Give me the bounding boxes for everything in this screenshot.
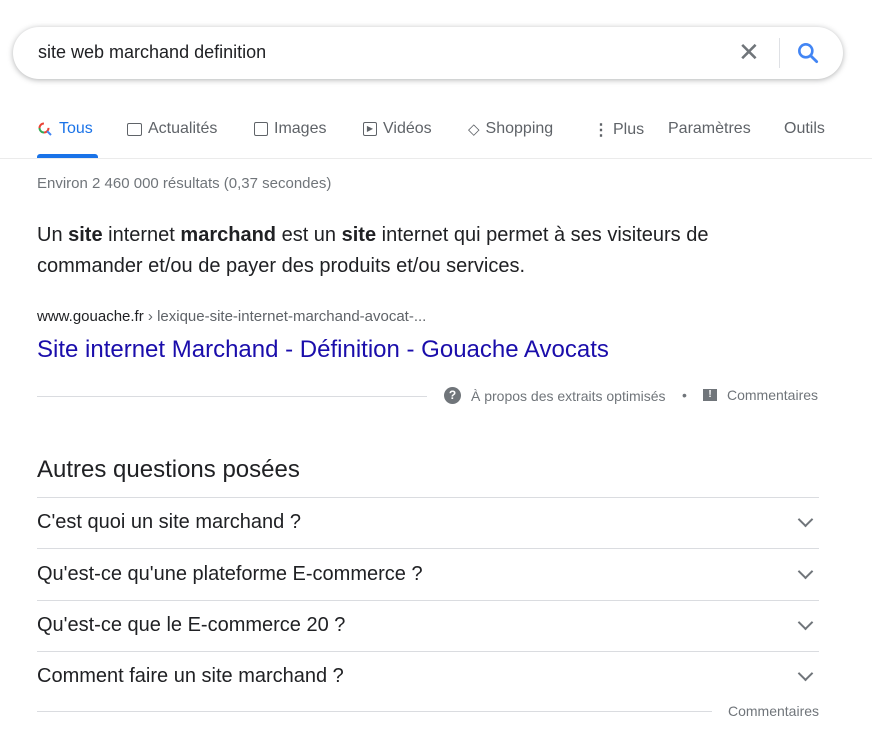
divider bbox=[0, 158, 872, 159]
result-url: www.gouache.fr › lexique-site-internet-m… bbox=[37, 308, 427, 325]
tab-label: Shopping bbox=[485, 120, 554, 137]
tab-label: Vidéos bbox=[383, 120, 432, 137]
news-icon bbox=[127, 122, 142, 136]
tab-actualites[interactable]: Actualités bbox=[127, 120, 217, 138]
featured-snippet-text: Un site internet marchand est un site in… bbox=[37, 224, 709, 277]
help-icon: ? bbox=[444, 387, 461, 404]
tab-label: Actualités bbox=[148, 120, 218, 137]
chevron-down-icon bbox=[797, 511, 814, 528]
search-icon bbox=[38, 122, 52, 136]
tab-label: Images bbox=[274, 120, 327, 137]
more-vert-icon: ⋮ bbox=[593, 122, 609, 139]
divider bbox=[37, 396, 427, 397]
result-stats: Environ 2 460 000 résultats (0,37 second… bbox=[37, 175, 332, 192]
paa-question[interactable]: C'est quoi un site marchand ? bbox=[37, 497, 819, 548]
tab-label: Plus bbox=[613, 121, 645, 138]
tab-label: Outils bbox=[784, 120, 825, 137]
tab-shopping[interactable]: ◇ Shopping bbox=[468, 120, 553, 138]
image-icon bbox=[254, 122, 268, 136]
paa-heading: Autres questions posées bbox=[37, 456, 300, 483]
paa-question[interactable]: Qu'est-ce que le E-commerce 20 ? bbox=[37, 600, 819, 651]
tab-plus[interactable]: ⋮ Plus bbox=[593, 120, 644, 140]
chevron-down-icon bbox=[797, 614, 814, 631]
feedback-link[interactable]: ! Commentaires bbox=[703, 387, 818, 403]
search-input[interactable]: site web marchand definition bbox=[38, 42, 266, 63]
chevron-down-icon bbox=[797, 665, 814, 682]
tag-icon: ◇ bbox=[468, 121, 480, 138]
tab-label: Paramètres bbox=[668, 120, 751, 137]
tab-tous[interactable]: Tous bbox=[37, 120, 93, 138]
play-icon: ▶ bbox=[363, 122, 377, 136]
tab-videos[interactable]: ▶ Vidéos bbox=[363, 120, 432, 138]
divider bbox=[779, 38, 780, 68]
tab-parametres[interactable]: Paramètres bbox=[668, 120, 751, 138]
search-icon[interactable] bbox=[795, 40, 821, 66]
separator-dot: • bbox=[682, 387, 687, 403]
tab-images[interactable]: Images bbox=[254, 120, 326, 138]
tab-label: Tous bbox=[59, 120, 93, 137]
paa-question[interactable]: Qu'est-ce qu'une plateforme E-commerce ? bbox=[37, 549, 819, 600]
search-box[interactable]: site web marchand definition ✕ bbox=[13, 27, 843, 79]
feedback-icon: ! bbox=[703, 389, 717, 401]
paa-feedback-link[interactable]: Commentaires bbox=[728, 703, 819, 719]
clear-icon[interactable]: ✕ bbox=[738, 39, 760, 65]
tab-outils[interactable]: Outils bbox=[784, 120, 825, 138]
chevron-down-icon bbox=[797, 563, 814, 580]
divider bbox=[37, 711, 712, 712]
result-title-link[interactable]: Site internet Marchand - Définition - Go… bbox=[37, 336, 609, 364]
paa-question[interactable]: Comment faire un site marchand ? bbox=[37, 651, 819, 702]
about-snippets-link[interactable]: ? À propos des extraits optimisés bbox=[444, 387, 666, 404]
